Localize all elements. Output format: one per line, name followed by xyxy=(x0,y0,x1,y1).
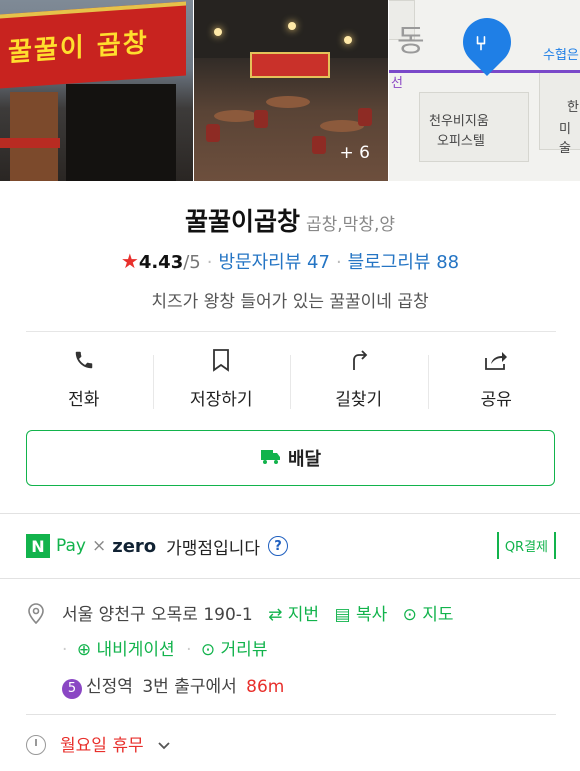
chair xyxy=(312,136,326,154)
times-symbol: × xyxy=(91,536,107,556)
entrance xyxy=(66,84,176,181)
distance: 86m xyxy=(246,677,285,697)
naver-pay-row: N Pay × zero 가맹점입니다 ? QR결제 xyxy=(26,530,556,562)
place-description: 치즈가 왕창 들어가 있는 꿀꿀이네 곱창 xyxy=(151,292,429,312)
lot-number-toggle[interactable]: ⇄ 지번 xyxy=(268,605,319,625)
naver-n-logo: N xyxy=(26,534,50,558)
road-address: 서울 양천구 오목로 190-1 xyxy=(62,605,253,625)
subway-line-badge: 5 xyxy=(62,679,82,699)
zero-pay-logo: zero xyxy=(112,535,157,557)
save-button[interactable]: 저장하기 xyxy=(152,345,291,415)
wall-sign xyxy=(250,52,330,78)
delivery-button[interactable]: 배달 xyxy=(26,430,555,486)
street-view-button[interactable]: ⊙ 거리뷰 xyxy=(201,640,268,660)
store-sign: 꿀꿀이 곱창 xyxy=(0,1,186,89)
lamp xyxy=(288,22,296,30)
phone-icon xyxy=(15,345,153,375)
place-category: 곱창,막창,양 xyxy=(306,215,396,235)
rating-outof: /5 xyxy=(183,252,201,273)
share-label: 공유 xyxy=(480,390,512,410)
directions-button[interactable]: 길찾기 xyxy=(290,345,428,415)
awning xyxy=(0,138,60,148)
separator-dot: · xyxy=(186,640,192,660)
chair xyxy=(358,108,372,126)
directions-label: 길찾기 xyxy=(335,390,383,410)
table xyxy=(214,110,258,122)
location-pin-icon xyxy=(26,602,48,625)
map-label: 수협은 xyxy=(543,48,579,63)
separator-dot: · xyxy=(62,640,68,660)
more-photos-count[interactable]: + 6 xyxy=(340,143,370,163)
help-icon[interactable]: ? xyxy=(268,536,288,556)
hours-status: 월요일 휴무 xyxy=(60,736,144,756)
restaurant-icon: ⑂ xyxy=(475,31,487,55)
map-label: 선 xyxy=(391,76,403,91)
divider xyxy=(26,331,556,332)
delivery-truck-icon xyxy=(260,447,282,470)
share-icon xyxy=(428,345,566,375)
save-label: 저장하기 xyxy=(189,390,253,410)
divider xyxy=(0,513,580,514)
business-hours-row[interactable]: 월요일 휴무 xyxy=(26,731,171,756)
lamp xyxy=(214,28,222,36)
address-line-1: 서울 양천구 오목로 190-1 ⇄ 지번 ▤ 복사 ⊙ 지도 xyxy=(62,600,454,625)
copy-address-button[interactable]: ▤ 복사 xyxy=(334,605,387,625)
map-label: 미술 xyxy=(559,122,571,156)
rating-score: 4.43 xyxy=(138,252,184,273)
merchant-text: 가맹점입니다 xyxy=(166,538,260,559)
bookmark-icon xyxy=(153,345,291,375)
table xyxy=(266,96,310,108)
blog-reviews-link[interactable]: 블로그리뷰 88 xyxy=(348,252,459,273)
rating-row: ★4.43/5 · 방문자리뷰 47 · 블로그리뷰 88 xyxy=(0,248,580,274)
clock-icon xyxy=(26,735,46,755)
map-thumbnail[interactable]: 동 선 수협은 천우비지움 오피스텔 한 미술 ⑂ xyxy=(389,0,580,181)
subway-info: 5 신정역 3번 출구에서 86m xyxy=(62,672,284,699)
address-line-2: · ⊕ 내비게이션 · ⊙ 거리뷰 xyxy=(62,635,267,660)
navigation-button[interactable]: ⊕ 내비게이션 xyxy=(77,640,175,660)
chair xyxy=(206,124,220,142)
directions-icon xyxy=(290,345,428,375)
map-label: 오피스텔 xyxy=(437,134,485,149)
action-bar: 전화 저장하기 길찾기 공유 xyxy=(15,345,565,415)
interior-photo[interactable]: + 6 xyxy=(194,0,388,181)
place-name: 꿀꿀이곱창 xyxy=(184,207,300,236)
chair xyxy=(254,110,268,128)
qr-payment-button[interactable]: QR결제 xyxy=(496,532,556,559)
call-button[interactable]: 전화 xyxy=(15,345,153,415)
lamp xyxy=(344,36,352,44)
storefront-photo[interactable]: 꿀꿀이 곱창 xyxy=(0,0,193,181)
location-pin-icon xyxy=(453,8,521,76)
photo-strip[interactable]: 꿀꿀이 곱창 + 6 동 선 수협은 천우비지움 오피스텔 한 미술 ⑂ xyxy=(0,0,580,181)
map-button[interactable]: ⊙ 지도 xyxy=(403,605,454,625)
share-button[interactable]: 공유 xyxy=(427,345,566,415)
divider xyxy=(0,578,580,579)
call-label: 전화 xyxy=(68,390,100,410)
star-icon: ★ xyxy=(120,249,139,273)
chevron-down-icon xyxy=(152,736,171,756)
separator-dot: · xyxy=(335,252,342,273)
separator-dot: · xyxy=(206,252,213,273)
map-label: 동 xyxy=(397,24,425,59)
visitor-reviews-link[interactable]: 방문자리뷰 47 xyxy=(219,252,330,273)
pay-label: Pay xyxy=(56,536,86,556)
wood-panel xyxy=(10,92,58,181)
place-header: 꿀꿀이곱창 곱창,막창,양 xyxy=(0,202,580,238)
divider xyxy=(26,714,556,715)
delivery-label: 배달 xyxy=(287,449,322,470)
exit-info: 3번 출구에서 xyxy=(142,677,237,697)
map-label: 천우비지움 xyxy=(429,114,489,129)
map-label: 한 xyxy=(567,100,579,115)
station-name: 신정역 xyxy=(86,677,133,697)
